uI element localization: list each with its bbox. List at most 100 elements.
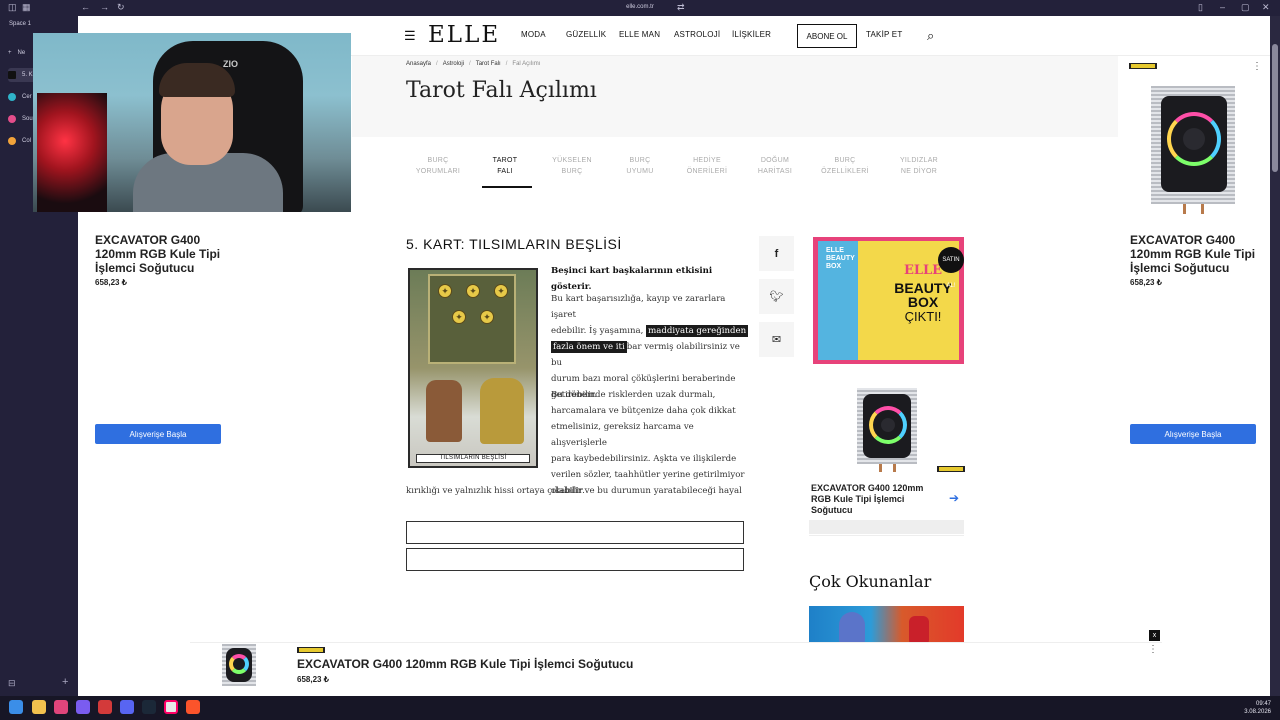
calendar-icon[interactable] <box>98 700 112 714</box>
favicon-icon <box>8 115 16 123</box>
facebook-icon: f <box>774 247 779 260</box>
minimize-icon[interactable]: – <box>1220 3 1225 12</box>
nav-iliskiler[interactable]: İLİŞKİLER <box>732 30 771 39</box>
mail-icon: ✉ <box>771 334 782 346</box>
beauty-box-ad[interactable]: ELLE BEAUTY BOX ELLE BEAUTY BOX ÇIKTI! SATI… <box>813 237 964 364</box>
site-logo[interactable]: ELLE <box>428 22 500 48</box>
tab-tarot-fali[interactable]: TAROT FALI <box>470 155 540 177</box>
cpu-cooler-image[interactable] <box>1143 86 1243 216</box>
store-logo <box>937 466 965 472</box>
maximize-icon[interactable]: ▢ <box>1241 3 1250 12</box>
archive-icon[interactable]: ⊟ <box>8 678 16 689</box>
nav-moda[interactable]: MODA <box>521 30 546 39</box>
cpu-cooler-image <box>218 644 260 690</box>
twitter-share-button[interactable]: 🐦︎ <box>759 279 794 314</box>
right-product-card[interactable]: EXCAVATOR G400 120mm RGB Kule Tipi İşlemci… <box>1130 233 1270 287</box>
address-bar[interactable]: elle.com.tr <box>0 4 1280 10</box>
section-heading: 5. KART: TILSIMLARIN BEŞLİSİ <box>406 236 622 252</box>
more-options-icon[interactable]: ⋮ <box>1148 644 1158 655</box>
space-label: Space 1 <box>9 21 32 27</box>
tab-burc-ozellikleri[interactable]: BURÇ ÖZELLİKLERİ <box>810 155 880 177</box>
sidebar-tab-label: Cer <box>22 94 32 100</box>
file-explorer-icon[interactable] <box>32 700 46 714</box>
card-figure <box>480 378 524 444</box>
webcam-overlay: ZIO <box>33 33 351 212</box>
empty-content-box <box>406 521 744 544</box>
ad-product-name: EXCAVATOR G400 120mm RGB Kule Tipi İşlemc… <box>811 483 924 515</box>
sticky-product-price: 658,23 ₺ <box>297 675 329 684</box>
card-caption: TILSIMLARIN BEŞLİSİ <box>416 454 530 463</box>
tab-yildizlar-ne-diyor[interactable]: YILDIZLAR NE DİYOR <box>884 155 954 177</box>
product-ad-box[interactable]: EXCAVATOR G400 120mm RGB Kule Tipi İşlemc… <box>809 382 965 536</box>
right-shop-button[interactable]: Alışverişe Başla <box>1130 424 1256 444</box>
site-settings-icon[interactable]: ⇄ <box>677 3 685 12</box>
breadcrumb-current: Fal Açılımı <box>512 61 541 67</box>
left-shop-button[interactable]: Alışverişe Başla <box>95 424 221 444</box>
sticky-product-name: EXCAVATOR G400 120mm RGB Kule Tipi İşlem… <box>297 657 634 671</box>
start-icon[interactable] <box>9 700 23 714</box>
product-price: 658,23 ₺ <box>1130 278 1162 287</box>
store-logo <box>1129 63 1157 69</box>
email-share-button[interactable]: ✉ <box>759 322 794 357</box>
text-selection: fazla önem ve iti <box>551 341 627 353</box>
tab-yukselen-burc[interactable]: YÜKSELEN BURÇ <box>537 155 607 177</box>
taskbar <box>0 696 1280 720</box>
follow-button[interactable]: TAKİP ET <box>866 30 902 39</box>
page-scrollbar[interactable] <box>1270 16 1280 696</box>
sidebar-tab-label: Sou <box>22 116 33 122</box>
nav-astroloji[interactable]: ASTROLOJİ <box>674 30 720 39</box>
close-ad-button[interactable]: x <box>1149 630 1160 641</box>
article-paragraph-2-end: kırıklığı ve yalnızlık hissi ortaya çıka… <box>406 486 585 496</box>
hamburger-menu-icon[interactable]: ☰ <box>404 28 416 44</box>
close-icon[interactable]: ✕ <box>1262 3 1270 12</box>
card-figure <box>426 380 462 442</box>
tab-burc-uyumu[interactable]: BURÇ UYUMU <box>605 155 675 177</box>
browser-titlebar: ◫ ▦ ← → ↻ elle.com.tr ⇄ ▯ – ▢ ✕ <box>0 0 1280 16</box>
scrollbar-thumb[interactable] <box>1272 44 1278 172</box>
nav-elle-man[interactable]: ELLE MAN <box>619 30 660 39</box>
favicon-icon <box>8 93 16 101</box>
breadcrumb-tarot[interactable]: Tarot Falı <box>476 61 501 67</box>
breadcrumb-astroloji[interactable]: Astroloji <box>443 61 464 67</box>
browser-icon[interactable] <box>76 700 90 714</box>
plus-icon: + <box>8 50 12 56</box>
active-app-icon[interactable] <box>164 700 178 714</box>
store-logo <box>297 647 325 653</box>
page-title: Tarot Falı Açılımı <box>406 78 597 103</box>
most-read-heading: Çok Okunanlar <box>809 572 932 591</box>
ad-footer-bar <box>809 520 964 534</box>
tab-burc-yorumlari[interactable]: BURÇ YORUMLARI <box>403 155 473 177</box>
search-icon[interactable]: ⌕ <box>927 28 934 44</box>
product-name: EXCAVATOR G400 120mm RGB Kule Tipi İşlemci… <box>95 233 221 275</box>
left-product-card[interactable]: EXCAVATOR G400 120mm RGB Kule Tipi İşlemci… <box>95 233 240 287</box>
tab-dogum-haritasi[interactable]: DOĞUM HARİTASI <box>740 155 810 177</box>
discord-icon[interactable] <box>120 700 134 714</box>
twitter-icon: 🐦︎ <box>769 291 784 303</box>
text-selection: maddiyata gereğinden <box>646 325 749 337</box>
active-tab-indicator <box>482 186 532 188</box>
nav-guzellik[interactable]: GÜZELLİK <box>566 30 606 39</box>
music-icon[interactable] <box>54 700 68 714</box>
steam-icon[interactable] <box>142 700 156 714</box>
split-view-icon[interactable]: ▯ <box>1198 3 1203 12</box>
arrow-right-icon[interactable]: ➔ <box>949 491 959 505</box>
ad-corner-label: ELLE BEAUTY BOX <box>826 247 855 270</box>
subscribe-button[interactable]: ABONE OL <box>797 24 857 48</box>
facebook-share-button[interactable]: f <box>759 236 794 271</box>
product-price: 658,23 ₺ <box>95 278 127 287</box>
breadcrumb-home[interactable]: Anasayfa <box>406 61 431 67</box>
cpu-cooler-image <box>851 388 923 472</box>
add-space-icon[interactable]: + <box>62 676 68 688</box>
elle-favicon-icon <box>8 71 16 79</box>
breadcrumb: Anasayfa / Astroloji / Tarot Falı / Fal Açı… <box>406 61 541 67</box>
tarot-card-image: ✦ ✦ ✦ ✦ ✦ TILSIMLARIN BEŞLİSİ <box>408 268 538 468</box>
brave-icon[interactable] <box>186 700 200 714</box>
system-clock: 09:47 3.08.2026 <box>1244 701 1271 715</box>
more-options-icon[interactable]: ⋮ <box>1252 61 1262 72</box>
buy-badge[interactable]: SATIN AL! <box>938 247 964 289</box>
product-name: EXCAVATOR G400 120mm RGB Kule Tipi İşlemci… <box>1130 233 1256 275</box>
empty-content-box <box>406 548 744 571</box>
tab-hediye-onerileri[interactable]: HEDİYE ÖNERİLERİ <box>672 155 742 177</box>
new-tab-label: Ne <box>17 50 26 56</box>
sidebar-tab-label: 5. K <box>22 72 33 78</box>
